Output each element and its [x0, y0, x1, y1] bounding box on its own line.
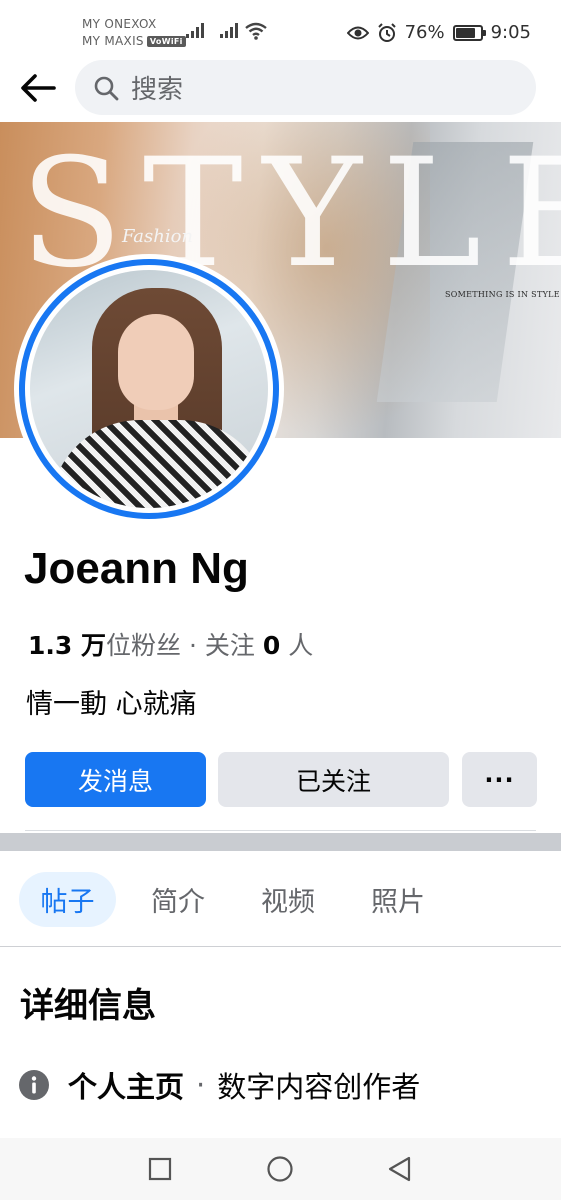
- profile-bio: 情一動 心就痛: [26, 689, 197, 720]
- search-placeholder: 搜索: [131, 75, 184, 105]
- alarm-icon: [377, 22, 396, 42]
- carrier-1: MY ONEXOX: [82, 17, 157, 31]
- back-icon[interactable]: [385, 1154, 415, 1184]
- message-button[interactable]: 发消息: [25, 752, 206, 807]
- home-icon[interactable]: [265, 1154, 295, 1184]
- info-icon: [19, 1070, 49, 1100]
- signal-icon: [186, 22, 204, 38]
- status-icons: 76% 9:05: [346, 22, 531, 43]
- magnifier-icon: [94, 76, 119, 100]
- avatar-photo: [30, 270, 268, 508]
- tab-videos[interactable]: 视频: [240, 872, 336, 927]
- tab-photos[interactable]: 照片: [350, 872, 446, 927]
- carrier-2: MY MAXIS: [82, 34, 144, 48]
- more-options-button[interactable]: ···: [462, 752, 537, 807]
- divider: [25, 830, 536, 831]
- vowifi-badge: VoWiFi: [146, 36, 186, 47]
- detail-value: 数字内容创作者: [217, 1070, 421, 1104]
- battery-icon: [452, 24, 486, 41]
- story-ring: [19, 259, 279, 519]
- following-button[interactable]: 已关注: [218, 752, 449, 807]
- wifi-icon: [245, 22, 267, 40]
- clock: 9:05: [490, 22, 531, 43]
- follow-stats: 1.3 万位粉丝 · 关注 0 人: [28, 626, 313, 662]
- tab-posts[interactable]: 帖子: [19, 872, 116, 927]
- signal-icon: [220, 22, 238, 38]
- stats-separator: ·: [188, 631, 197, 660]
- system-nav-bar: [0, 1138, 561, 1200]
- carrier-info: MY ONEXOX MY MAXIS VoWiFi: [82, 16, 186, 50]
- section-separator: [0, 833, 561, 851]
- status-bar: MY ONEXOX MY MAXIS VoWiFi 76% 9:05: [0, 0, 561, 58]
- tab-about[interactable]: 简介: [130, 872, 226, 927]
- detail-row-page-type: 个人主页 · 数字内容创作者: [18, 1064, 420, 1106]
- battery-level-fill: [455, 27, 476, 38]
- following-count[interactable]: 0: [263, 631, 280, 660]
- profile-name: Joeann Ng: [24, 544, 249, 593]
- cover-script-word: Fashion: [122, 226, 194, 247]
- detail-label: 个人主页: [68, 1070, 185, 1104]
- search-input[interactable]: 搜索: [75, 60, 536, 115]
- eye-icon: [346, 26, 369, 39]
- recent-apps-icon[interactable]: [145, 1154, 175, 1184]
- profile-tabs: 帖子 简介 视频 照片: [0, 868, 561, 932]
- cover-tagline: SOMETHING IS IN STYLE: [445, 290, 560, 299]
- following-unit: 人: [288, 631, 314, 660]
- battery-percent: 76%: [404, 22, 445, 43]
- followers-unit[interactable]: 位粉丝: [106, 631, 181, 660]
- profile-avatar[interactable]: [14, 254, 284, 524]
- arrow-left-icon[interactable]: [18, 70, 58, 106]
- followers-count[interactable]: 1.3 万: [28, 631, 106, 660]
- divider: [0, 946, 561, 947]
- details-title: 详细信息: [20, 986, 156, 1026]
- detail-separator: ·: [196, 1068, 206, 1102]
- following-label[interactable]: 关注: [205, 631, 255, 660]
